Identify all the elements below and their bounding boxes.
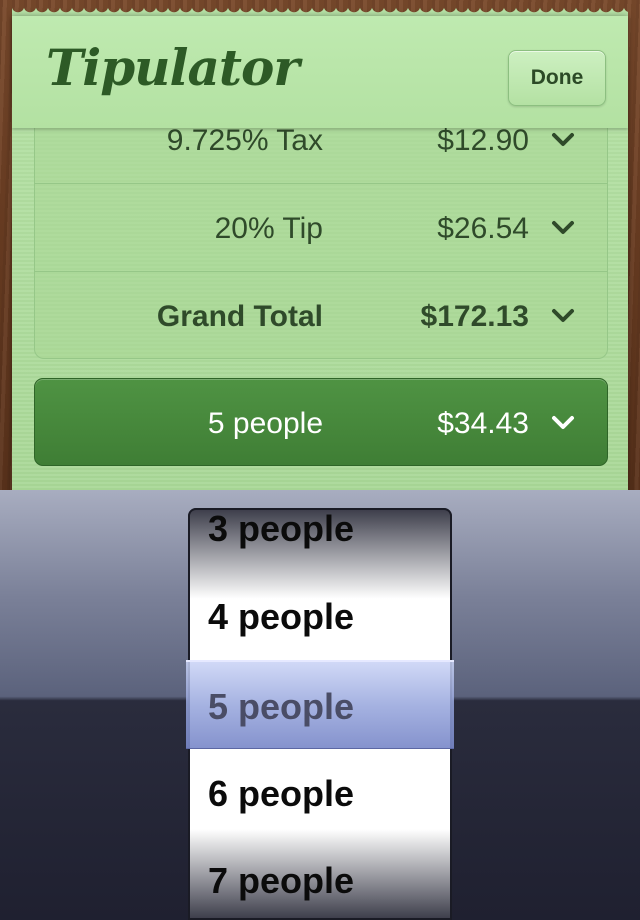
breakdown-list: 9.725% Tax $12.90 20% Tip $26.54 Grand T… — [34, 96, 608, 359]
people-count-label: 5 people — [207, 407, 323, 440]
chevron-down-icon[interactable] — [551, 304, 575, 328]
grand-total-label: Grand Total — [156, 300, 323, 333]
picker-selected-option: 5 people — [208, 686, 355, 727]
picker-option[interactable]: 7 people — [208, 860, 354, 902]
picker-option[interactable]: 3 people — [208, 508, 354, 550]
tip-label: 20% Tip — [214, 212, 323, 245]
chevron-down-icon[interactable] — [551, 216, 575, 240]
picker-option[interactable]: 6 people — [208, 773, 354, 815]
app-logo: Tipulator — [46, 38, 300, 97]
per-person-row[interactable]: 5 people $34.43 — [34, 378, 608, 466]
chevron-down-icon[interactable] — [551, 128, 575, 152]
tip-value: $26.54 — [437, 212, 529, 245]
tip-row[interactable]: 20% Tip $26.54 — [35, 184, 607, 271]
tax-value: $12.90 — [437, 124, 529, 157]
tax-label: 9.725% Tax — [166, 124, 323, 157]
grand-total-value: $172.13 — [420, 300, 529, 333]
per-person-value: $34.43 — [437, 407, 529, 440]
grand-total-row[interactable]: Grand Total $172.13 — [35, 272, 607, 359]
app-header: Tipulator Done — [12, 16, 628, 128]
picker-selection-bar[interactable]: 5 people — [186, 660, 454, 749]
chevron-down-icon[interactable] — [551, 411, 575, 435]
done-button[interactable]: Done — [508, 50, 606, 106]
picker-option[interactable]: 4 people — [208, 596, 354, 638]
